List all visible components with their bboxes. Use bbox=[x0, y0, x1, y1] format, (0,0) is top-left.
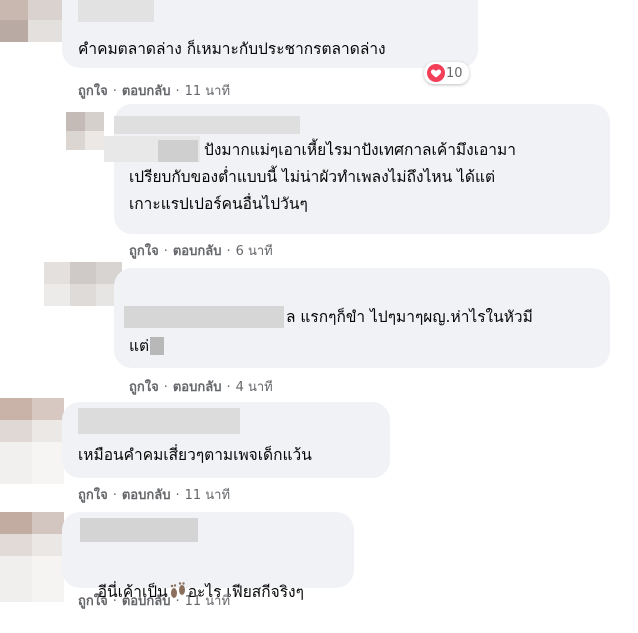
comment-actions: ถูกใจ · ตอบกลับ · 11 นาที bbox=[78, 590, 230, 611]
comment-text-line-2: แต่ bbox=[129, 337, 150, 355]
blur-patch bbox=[158, 140, 198, 162]
comment-timestamp[interactable]: 6 นาที bbox=[236, 240, 273, 261]
like-button[interactable]: ถูกใจ bbox=[129, 376, 159, 397]
commenter-name-blurred[interactable] bbox=[80, 518, 198, 542]
comment-actions: ถูกใจ · ตอบกลับ · 11 นาที bbox=[78, 484, 230, 505]
comment-text: คำคมตลาดล่าง ก็เหมาะกับประชากรตลาดล่าง bbox=[78, 40, 386, 58]
reply-button[interactable]: ตอบกลับ bbox=[122, 484, 171, 505]
comment-actions: ถูกใจ · ตอบกลับ · 6 นาที bbox=[129, 240, 273, 261]
commenter-name-blurred[interactable] bbox=[114, 116, 300, 134]
comment-text-line-2: เปรียบกับของต่ำแบบนี้ ไม่น่าผัวทำเพลงไม่… bbox=[129, 168, 496, 186]
like-button[interactable]: ถูกใจ bbox=[78, 80, 108, 101]
comment-text-line-3: เกาะแรปเปอร์คนอื่นไปวันๆ bbox=[129, 195, 308, 213]
avatar[interactable] bbox=[0, 0, 62, 42]
comment-timestamp[interactable]: 4 นาที bbox=[236, 376, 273, 397]
like-button[interactable]: ถูกใจ bbox=[129, 240, 159, 261]
avatar[interactable] bbox=[0, 512, 64, 602]
comment-text-line-1: ล แรกๆก็ขำ ไปๆมาๆผญ.ห่าไรในหัวมี bbox=[286, 308, 533, 326]
avatar[interactable] bbox=[66, 112, 104, 150]
reaction-summary[interactable]: 10 bbox=[424, 62, 469, 84]
comment-timestamp[interactable]: 11 นาที bbox=[185, 484, 230, 505]
comment-timestamp[interactable]: 11 นาที bbox=[185, 590, 230, 611]
commenter-name-blurred[interactable] bbox=[78, 408, 240, 434]
comment-text-line-1: ปังมากแม่ๆเอาเหี้ยไรมาปังเทศกาลเค้ามึงเอ… bbox=[204, 141, 516, 159]
comment-text: เหมือนคำคมเสี่ยวๆตามเพจเด็กแว้น bbox=[78, 446, 312, 464]
avatar[interactable] bbox=[0, 398, 64, 484]
avatar[interactable] bbox=[44, 262, 122, 306]
blur-patch bbox=[150, 337, 164, 355]
like-button[interactable]: ถูกใจ bbox=[78, 590, 108, 611]
commenter-name-blurred[interactable] bbox=[124, 306, 284, 328]
reply-button[interactable]: ตอบกลับ bbox=[173, 240, 222, 261]
reply-button[interactable]: ตอบกลับ bbox=[122, 590, 171, 611]
love-icon bbox=[427, 64, 445, 82]
reply-button[interactable]: ตอบกลับ bbox=[122, 80, 171, 101]
comment-actions: ถูกใจ · ตอบกลับ · 11 นาที bbox=[78, 80, 230, 101]
reaction-count: 10 bbox=[446, 65, 463, 81]
like-button[interactable]: ถูกใจ bbox=[78, 484, 108, 505]
reply-button[interactable]: ตอบกลับ bbox=[173, 376, 222, 397]
commenter-name-blurred[interactable] bbox=[78, 0, 154, 22]
comment-timestamp[interactable]: 11 นาที bbox=[185, 80, 230, 101]
comment-actions: ถูกใจ · ตอบกลับ · 4 นาที bbox=[129, 376, 273, 397]
